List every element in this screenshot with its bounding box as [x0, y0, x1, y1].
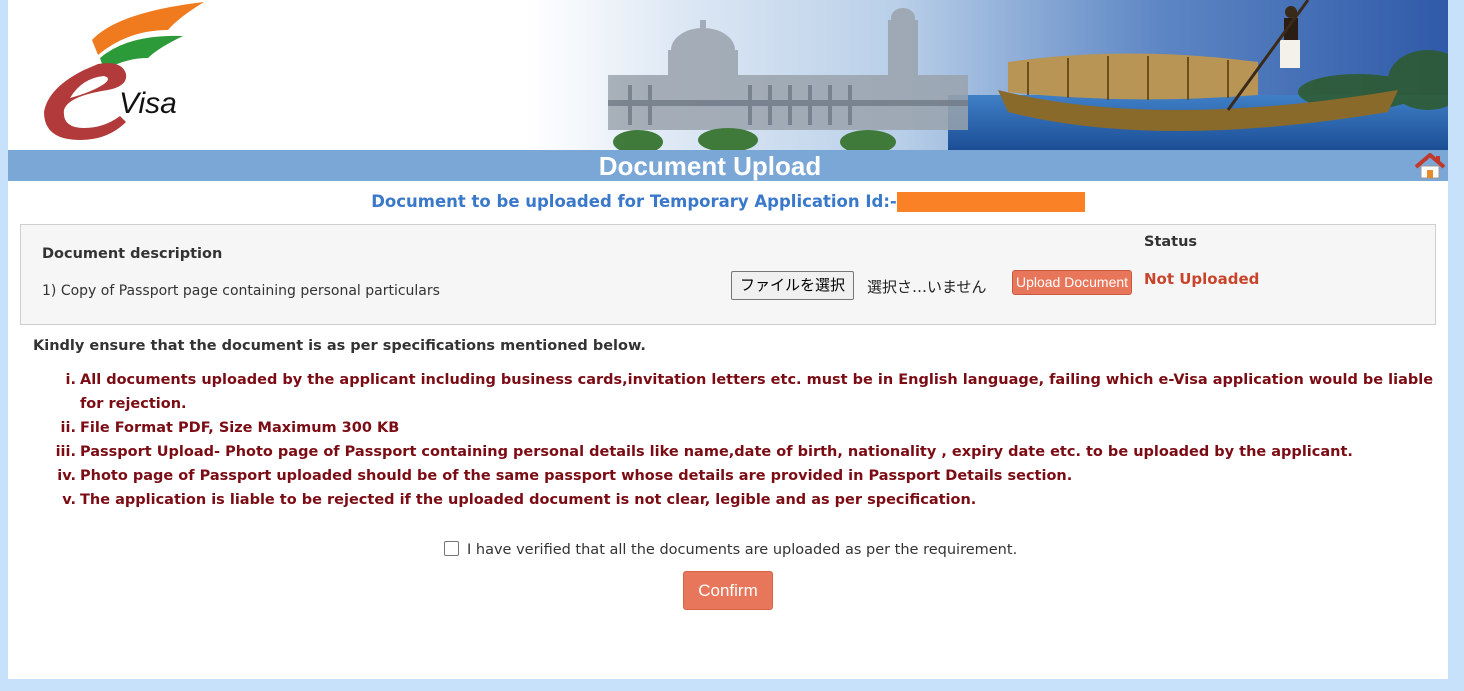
banner-image: Visa — [8, 0, 1448, 150]
spec-item: iv. Photo page of Passport uploaded shoul… — [52, 464, 1444, 488]
spec-item-number: ii. — [60, 420, 76, 436]
specifications-list: i. All documents uploaded by the applican… — [52, 368, 1444, 512]
choose-file-button[interactable]: ファイルを選択 — [731, 271, 855, 300]
specifications-intro: Kindly ensure that the document is as pe… — [33, 338, 646, 354]
spec-item: iii. Passport Upload- Photo page of Passp… — [52, 440, 1444, 464]
document-upload-table: Document description Status 1) Copy of P… — [20, 224, 1436, 325]
spec-item-text: The application is liable to be rejected… — [80, 492, 977, 508]
spec-item-text: File Format PDF, Size Maximum 300 KB — [80, 420, 400, 436]
spec-item: ii. File Format PDF, Size Maximum 300 KB — [52, 416, 1444, 440]
application-id-label: Document to be uploaded for Temporary Ap… — [371, 192, 897, 211]
header-banner: Visa — [8, 0, 1448, 150]
document-description-header: Document description — [42, 246, 223, 262]
verification-row: I have verified that all the documents a… — [444, 540, 1017, 558]
spec-item-text: Passport Upload- Photo page of Passport … — [80, 444, 1353, 460]
spec-item-number: iv. — [57, 468, 76, 484]
title-bar: Document Upload — [8, 150, 1448, 181]
application-id-heading: Document to be uploaded for Temporary Ap… — [8, 192, 1448, 212]
verification-label: I have verified that all the documents a… — [467, 542, 1018, 558]
page-title: Document Upload — [598, 151, 822, 181]
spec-item: v. The application is liable to be reject… — [52, 488, 1444, 512]
spec-item: i. All documents uploaded by the applican… — [52, 368, 1444, 416]
upload-status-value: Not Uploaded — [1144, 270, 1260, 288]
verification-checkbox[interactable] — [444, 541, 459, 556]
spec-item-text: All documents uploaded by the applicant … — [80, 372, 1434, 412]
logo-text: Visa — [119, 87, 177, 120]
spec-item-number: i. — [65, 372, 76, 388]
spec-item-number: iii. — [55, 444, 76, 460]
confirm-button[interactable]: Confirm — [683, 571, 773, 610]
page: Visa Document Upload Document to be uplo… — [8, 0, 1448, 679]
status-header: Status — [1144, 234, 1198, 250]
spec-item-text: Photo page of Passport uploaded should b… — [80, 468, 1073, 484]
document-item-label: 1) Copy of Passport page containing pers… — [42, 283, 440, 299]
upload-document-button[interactable]: Upload Document — [1012, 270, 1132, 295]
file-selection-status: 選択さ…いません — [867, 278, 987, 296]
home-icon[interactable] — [1414, 153, 1446, 179]
redacted-application-id — [896, 192, 1085, 212]
spec-item-number: v. — [62, 492, 76, 508]
